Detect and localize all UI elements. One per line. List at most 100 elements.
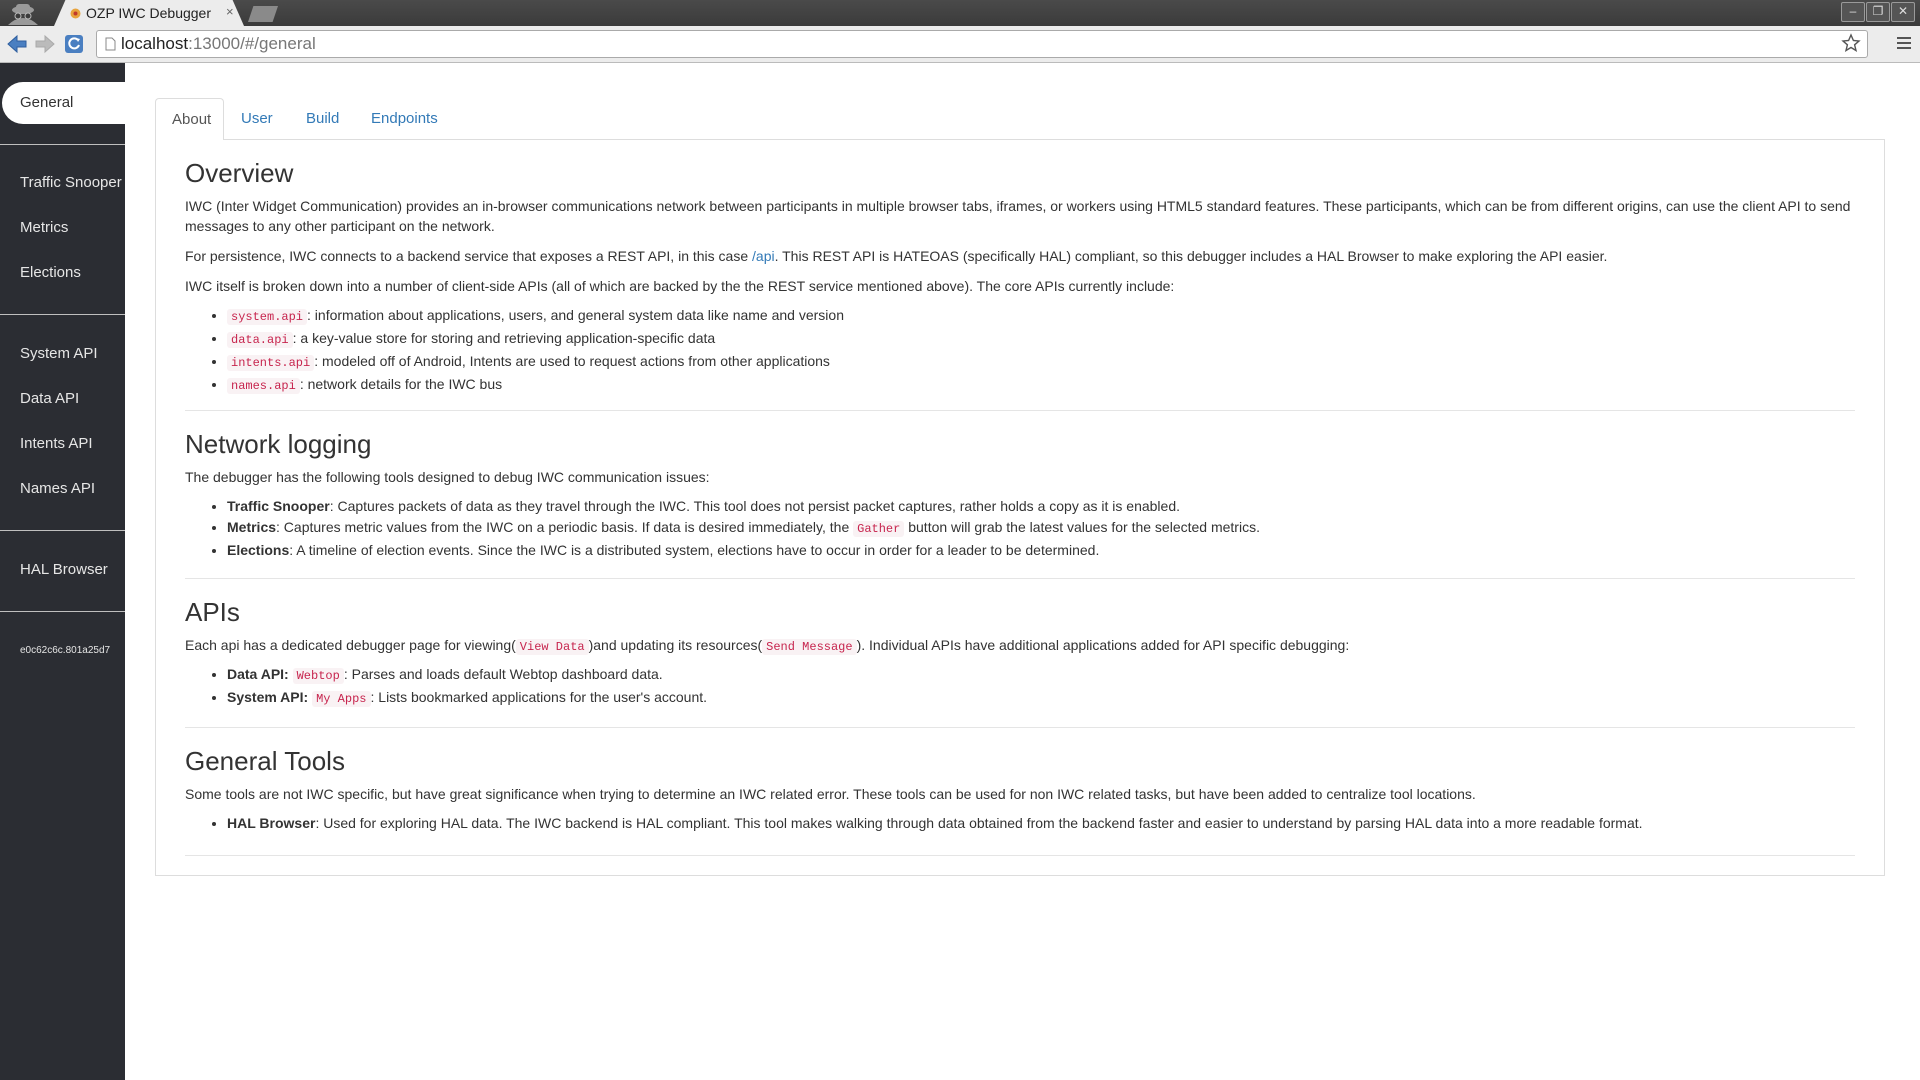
sidebar-divider [0, 144, 125, 145]
sidebar-item-traffic-snooper[interactable]: Traffic Snooper [0, 162, 125, 204]
tool-desc: : Used for exploring HAL data. The IWC b… [315, 815, 1643, 831]
apis-text-after: ). Individual APIs have additional appli… [856, 637, 1350, 653]
send-message-code: Send Message [762, 639, 857, 655]
tools-intro: Some tools are not IWC specific, but hav… [185, 786, 1476, 802]
build-hash: e0c62c6c.801a25d7 [20, 645, 111, 656]
sidebar-item-metrics[interactable]: Metrics [0, 207, 125, 249]
network-intro-wrap: The debugger has the following tools des… [185, 467, 1855, 487]
apis-text: Each api has a dedicated debugger page f… [185, 637, 516, 653]
url-text: localhost:13000/#/general [121, 34, 316, 54]
tools-list-wrap: HAL Browser: Used for exploring HAL data… [185, 813, 1855, 834]
api-tools-list: Data API: Webtop: Parses and loads defau… [185, 664, 1855, 710]
list-item: Data API: Webtop: Parses and loads defau… [227, 664, 1855, 687]
network-tools-list: Traffic Snooper: Captures packets of dat… [185, 496, 1855, 561]
api-link[interactable]: /api [752, 248, 775, 264]
api-name: System API: [227, 689, 309, 705]
tab-endpoints[interactable]: Endpoints [355, 98, 454, 139]
browser-toolbar: localhost:13000/#/general [0, 26, 1920, 63]
incognito-icon [8, 4, 38, 25]
list-item: intents.api: modeled off of Android, Int… [227, 351, 1855, 374]
tools-list: Traffic Snooper: Captures packets of dat… [185, 496, 1855, 561]
api-code: data.api [227, 332, 293, 348]
reload-icon[interactable] [63, 33, 85, 55]
sidebar: General Traffic Snooper Metrics Election… [0, 63, 125, 1080]
overview-paragraph-1: IWC (Inter Widget Communication) provide… [185, 198, 1851, 234]
tool-desc: : Captures packets of data as they trave… [329, 498, 1180, 514]
apis-text-mid: )and updating its resources( [588, 637, 763, 653]
list-item: Traffic Snooper: Captures packets of dat… [227, 496, 1855, 517]
api-name: Data API: [227, 666, 289, 682]
tool-desc: : Captures metric values from the IWC on… [276, 519, 854, 535]
tab-close-icon[interactable]: × [226, 4, 234, 19]
tool-desc-after: button will grab the latest values for t… [904, 519, 1260, 535]
core-api-list: system.api: information about applicatio… [185, 305, 1855, 397]
tool-name: Metrics [227, 519, 277, 535]
api-tool-desc: : Lists bookmarked applications for the … [370, 689, 708, 705]
apis-intro: Each api has a dedicated debugger page f… [185, 635, 1855, 657]
sidebar-item-data-api[interactable]: Data API [0, 378, 125, 420]
overview-body: IWC (Inter Widget Communication) provide… [185, 196, 1855, 236]
tab-user[interactable]: User [225, 98, 289, 139]
list-item: names.api: network details for the IWC b… [227, 374, 1855, 397]
apis-heading: APIs [185, 597, 240, 627]
tool-name: Traffic Snooper [227, 498, 330, 514]
api-tool-desc: : Parses and loads default Webtop dashbo… [343, 666, 663, 682]
gather-code: Gather [853, 521, 905, 537]
section-divider [185, 410, 1855, 411]
section-divider [185, 727, 1855, 728]
tab-build[interactable]: Build [290, 98, 355, 139]
sidebar-item-intents-api[interactable]: Intents API [0, 423, 125, 465]
tool-name: HAL Browser [227, 815, 316, 831]
tool-desc: : A timeline of election events. Since t… [289, 542, 1100, 558]
address-bar[interactable]: localhost:13000/#/general [96, 30, 1868, 58]
new-tab-button[interactable] [248, 6, 278, 22]
bookmark-star-icon[interactable] [1841, 33, 1861, 53]
back-arrow-icon[interactable] [6, 33, 28, 55]
tab-about[interactable]: About [155, 98, 224, 140]
api-desc: : modeled off of Android, Intents are us… [314, 353, 830, 369]
sidebar-item-general[interactable]: General [2, 82, 125, 124]
api-desc: : a key-value store for storing and retr… [292, 330, 716, 346]
network-heading: Network logging [185, 429, 372, 459]
sidebar-divider [0, 530, 125, 531]
list-item: data.api: a key-value store for storing … [227, 328, 1855, 351]
list-item: Elections: A timeline of election events… [227, 540, 1855, 561]
browser-tab-active[interactable]: OZP IWC Debugger × [54, 0, 244, 26]
favicon-icon [70, 8, 81, 19]
network-section: Network logging [185, 429, 1855, 460]
browser-titlebar: OZP IWC Debugger × – ❐ ✕ [0, 0, 1920, 26]
sidebar-divider [0, 314, 125, 315]
sidebar-item-hal-browser[interactable]: HAL Browser [0, 549, 125, 591]
api-code: names.api [227, 378, 300, 394]
page-icon [105, 37, 116, 51]
close-window-button[interactable]: ✕ [1891, 2, 1915, 22]
tool-name: Elections [227, 542, 290, 558]
tools-heading: General Tools [185, 746, 345, 776]
list-item: HAL Browser: Used for exploring HAL data… [227, 813, 1855, 834]
view-data-code: View Data [515, 639, 589, 655]
overview-section: Overview [185, 158, 1855, 189]
apis-section: APIs [185, 597, 1855, 628]
webtop-code: Webtop [292, 668, 344, 684]
overview-paragraph-2: For persistence, IWC connects to a backe… [185, 246, 1855, 266]
sidebar-item-system-api[interactable]: System API [0, 333, 125, 375]
maximize-button[interactable]: ❐ [1866, 2, 1890, 22]
general-tools-list: HAL Browser: Used for exploring HAL data… [185, 813, 1855, 834]
section-divider [185, 578, 1855, 579]
apis-list-wrap: Data API: Webtop: Parses and loads defau… [185, 664, 1855, 710]
forward-arrow-icon[interactable] [34, 33, 56, 55]
overview-persistence: For persistence, IWC connects to a backe… [185, 246, 1855, 266]
browser-menu-icon[interactable] [1896, 34, 1912, 52]
api-code: system.api [227, 309, 308, 325]
api-desc: : network details for the IWC bus [299, 376, 503, 392]
network-intro: The debugger has the following tools des… [185, 469, 710, 485]
section-divider [185, 855, 1855, 856]
sidebar-item-names-api[interactable]: Names API [0, 468, 125, 510]
sidebar-item-elections[interactable]: Elections [0, 252, 125, 294]
browser-tab-title: OZP IWC Debugger [86, 5, 212, 21]
sidebar-divider [0, 611, 125, 612]
minimize-button[interactable]: – [1841, 2, 1865, 22]
tools-section: General Tools [185, 746, 1855, 777]
url-path: :13000/#/general [188, 34, 316, 53]
api-list: system.api: information about applicatio… [185, 305, 1855, 397]
